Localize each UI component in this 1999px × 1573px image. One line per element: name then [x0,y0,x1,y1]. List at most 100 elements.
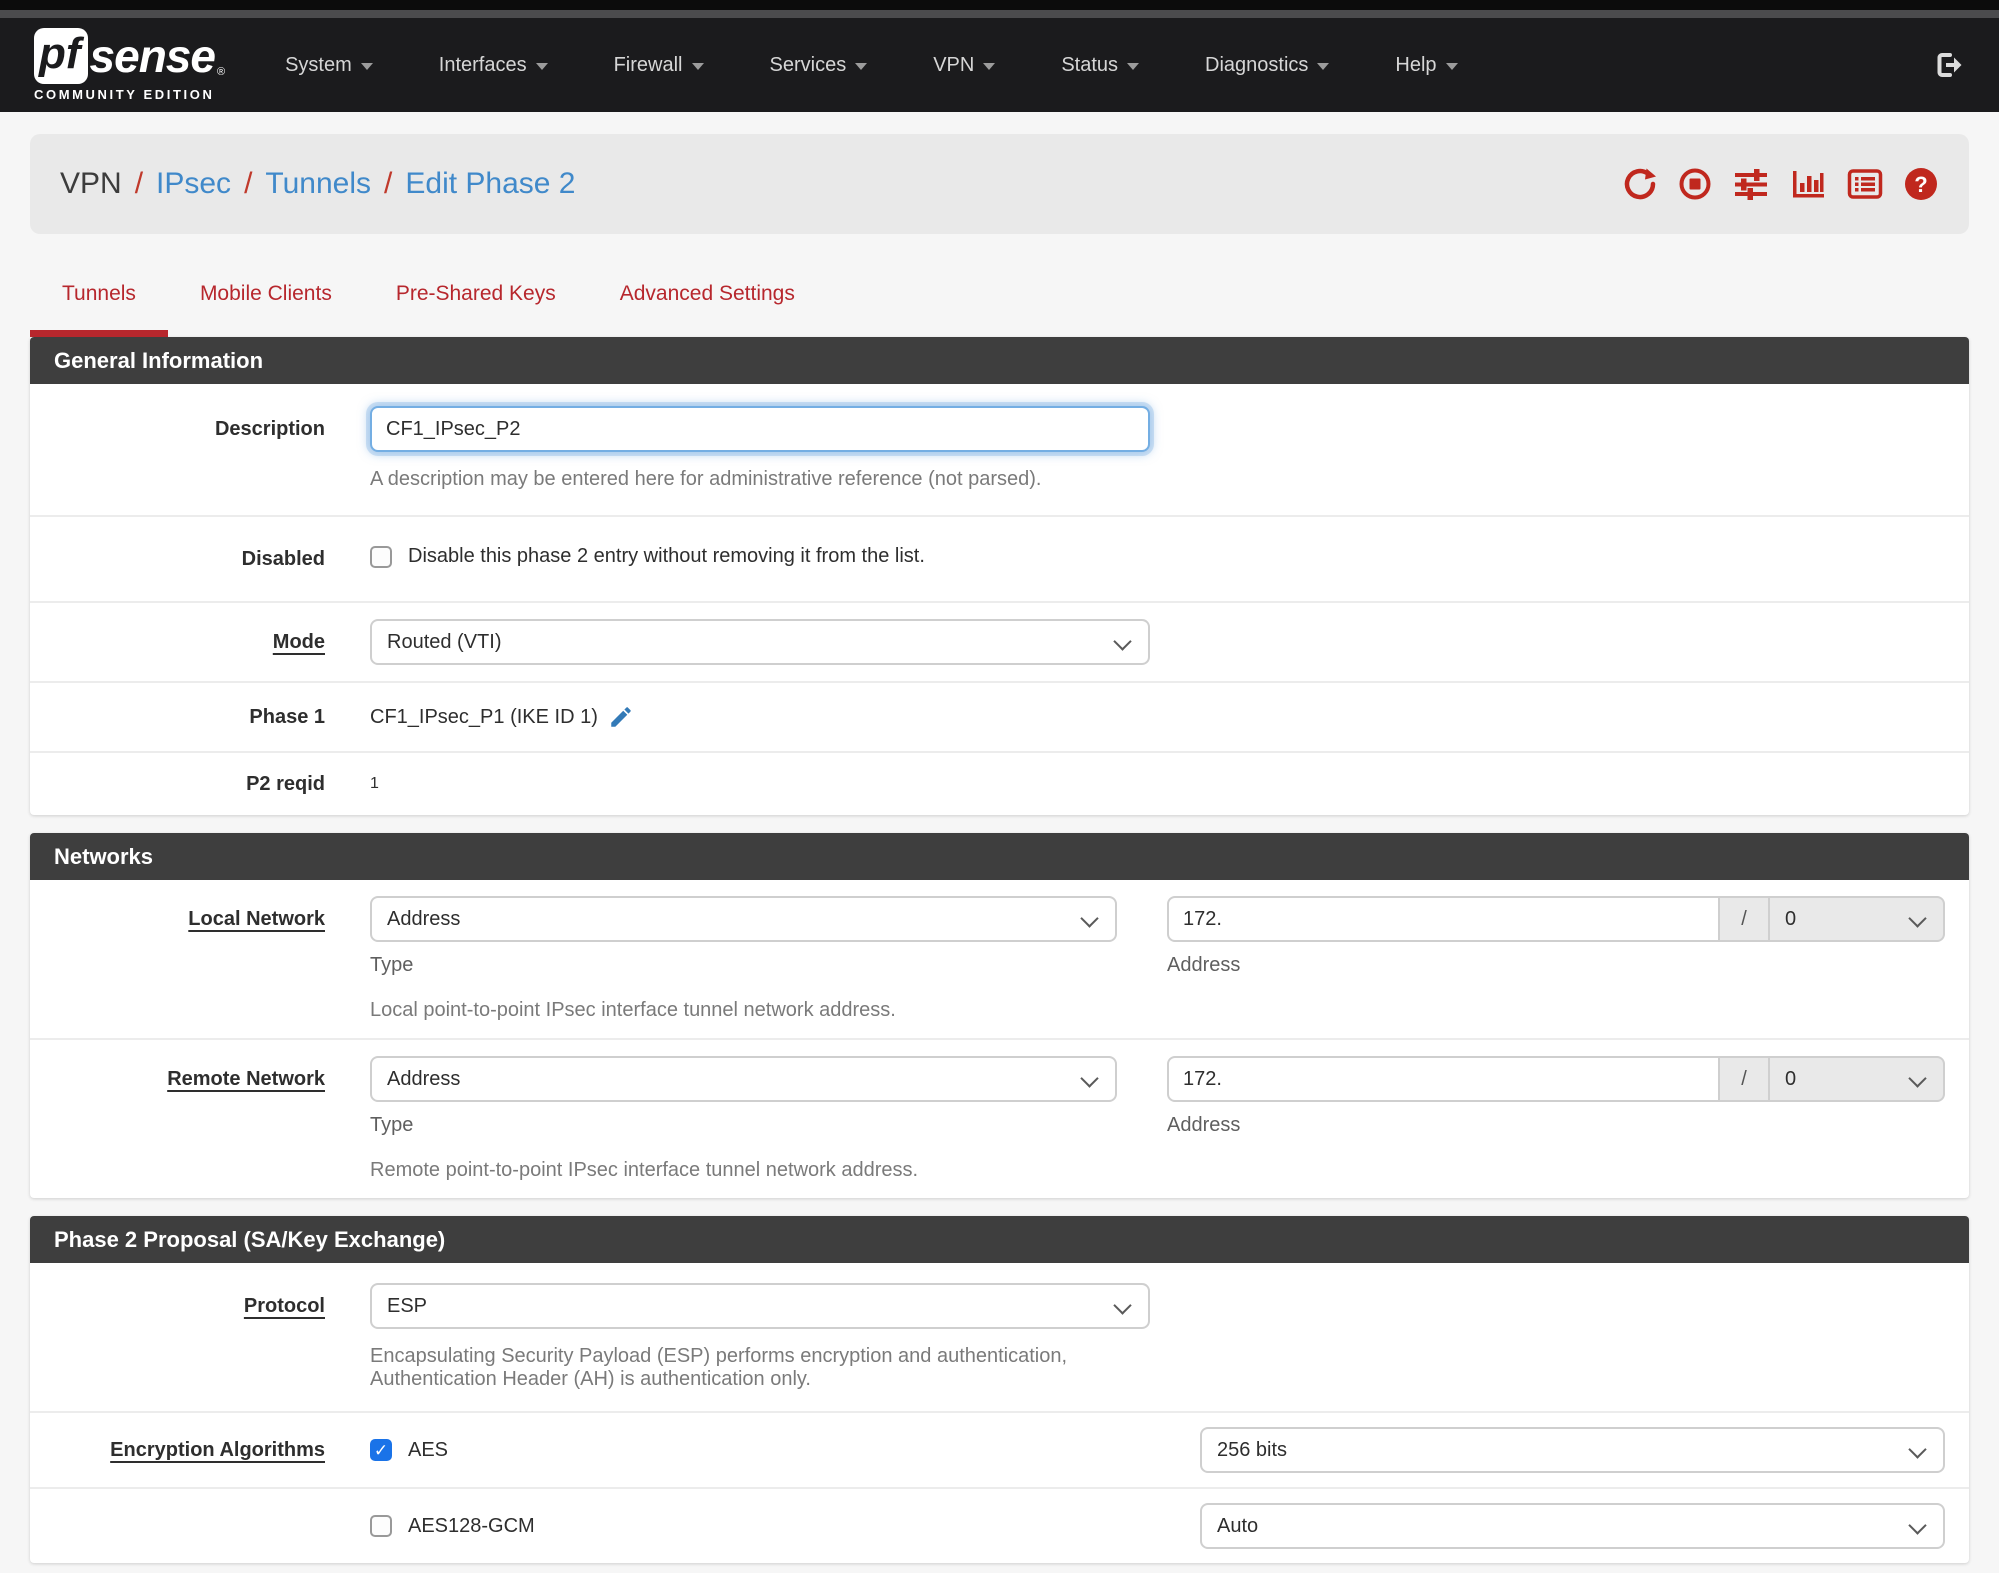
nav-item-interfaces[interactable]: Interfaces [439,54,548,77]
disabled-label: Disabled [241,548,325,570]
refresh-button[interactable] [1622,166,1658,202]
tab-tunnels[interactable]: Tunnels [30,282,168,337]
description-help-text: A description may be entered here for ad… [370,468,1042,490]
encryption-algorithm-row-aes: Encryption Algorithms AES 256 bits [30,1413,1969,1489]
p2-reqid-row: P2 reqid 1 [30,753,1969,815]
protocol-help-text: Encapsulating Security Payload (ESP) per… [370,1345,1068,1390]
remote-network-address-input[interactable] [1167,1056,1720,1102]
phase1-label: Phase 1 [249,706,325,728]
sliders-icon [1735,169,1767,200]
chevron-down-icon [691,63,704,70]
pencil-icon [611,707,631,727]
breadcrumb-link-tunnels[interactable]: Tunnels [265,167,371,201]
disabled-checkbox-label: Disable this phase 2 entry without remov… [408,545,925,567]
protocol-row: Protocol ESP Encapsulating Security Payl… [30,1263,1969,1413]
nav-item-diagnostics[interactable]: Diagnostics [1205,54,1330,77]
tab-bar: Tunnels Mobile Clients Pre-Shared Keys A… [30,282,1969,337]
general-information-heading: General Information [30,337,1969,384]
remote-network-address-caption: Address [1167,1114,1241,1136]
stop-button[interactable] [1677,166,1713,202]
mode-select[interactable]: Routed (VTI) [370,619,1150,665]
window-top-strip [0,0,1999,10]
breadcrumb-panel: VPN / IPsec / Tunnels / Edit Phase 2 ? [30,134,1969,234]
chevron-down-icon [983,63,996,70]
chevron-down-icon [360,63,373,70]
remote-network-help-text: Remote point-to-point IPsec interface tu… [370,1159,919,1181]
encryption-algorithms-label: Encryption Algorithms [110,1439,325,1461]
phase2-proposal-heading: Phase 2 Proposal (SA/Key Exchange) [30,1216,1969,1263]
chevron-down-icon [1317,63,1330,70]
remote-network-mask-separator: / [1720,1056,1770,1102]
description-label: Description [214,418,325,440]
remote-network-row: Remote Network Address Type Remote point… [30,1040,1969,1198]
edit-phase1-button[interactable] [608,704,634,730]
aes128gcm-checkbox[interactable] [370,1515,392,1537]
svg-text:?: ? [1914,172,1927,197]
local-network-type-select[interactable]: Address [370,896,1117,942]
stop-icon [1679,168,1711,200]
phase1-row: Phase 1 CF1_IPsec_P1 (IKE ID 1) [30,683,1969,753]
logo-pf-box: pf [34,28,88,84]
breadcrumb-root: VPN [60,167,122,200]
log-button[interactable] [1846,166,1884,202]
chevron-down-icon [1445,63,1458,70]
logo-sense-text: sense [89,30,216,82]
pfsense-logo[interactable]: pf sense ® COMMUNITY EDITION [34,28,225,102]
nav-item-status[interactable]: Status [1061,54,1140,77]
chevron-down-icon [1127,63,1140,70]
logo-registered-mark: ® [216,66,226,78]
mode-label: Mode [272,631,325,653]
logout-button[interactable] [1933,49,1965,81]
remote-network-mask-select[interactable]: 0 [1770,1056,1945,1102]
refresh-icon [1624,168,1656,200]
chevron-down-icon [535,63,548,70]
nav-item-services[interactable]: Services [770,54,868,77]
aes-checkbox[interactable] [370,1439,392,1461]
protocol-select[interactable]: ESP [370,1283,1150,1329]
help-button[interactable]: ? [1903,166,1939,202]
aes128gcm-keylen-select[interactable]: Auto [1200,1503,1945,1549]
remote-network-type-caption: Type [370,1114,414,1136]
log-icon [1847,169,1883,199]
aes-checkbox-label: AES [408,1438,449,1461]
tab-advanced-settings[interactable]: Advanced Settings [588,282,827,337]
local-network-type-caption: Type [370,954,414,976]
chevron-down-icon [855,63,868,70]
sliders-button[interactable] [1732,166,1770,202]
breadcrumb-link-edit-phase2[interactable]: Edit Phase 2 [405,167,575,201]
nav-item-system[interactable]: System [285,54,373,77]
disabled-checkbox[interactable] [370,545,392,568]
networks-heading: Networks [30,833,1969,880]
general-information-panel: General Information Description A descri… [30,337,1969,815]
help-icon: ? [1905,168,1937,200]
tab-mobile-clients[interactable]: Mobile Clients [168,282,364,337]
aes-keylen-select[interactable]: 256 bits [1200,1427,1945,1473]
remote-network-label: Remote Network [167,1068,325,1090]
local-network-label: Local Network [188,908,325,930]
logo-edition-text: COMMUNITY EDITION [34,87,215,102]
local-network-row: Local Network Address Type Local point-t… [30,880,1969,1040]
status-chart-icon [1793,171,1824,198]
breadcrumb: VPN / IPsec / Tunnels / Edit Phase 2 [60,167,576,201]
breadcrumb-link-ipsec[interactable]: IPsec [156,167,231,201]
nav-item-vpn[interactable]: VPN [933,54,996,77]
page-toolbar: ? [1622,166,1939,202]
phase2-proposal-panel: Phase 2 Proposal (SA/Key Exchange) Proto… [30,1216,1969,1563]
description-row: Description A description may be entered… [30,384,1969,517]
protocol-label: Protocol [243,1295,325,1317]
local-network-help-text: Local point-to-point IPsec interface tun… [370,999,896,1021]
description-input[interactable] [370,406,1150,452]
local-network-address-input[interactable] [1167,896,1720,942]
nav-item-help[interactable]: Help [1395,54,1458,77]
local-network-mask-select[interactable]: 0 [1770,896,1945,942]
top-navbar: pf sense ® COMMUNITY EDITION System Inte… [0,18,1999,112]
p2-reqid-label: P2 reqid [246,773,325,795]
nav-item-firewall[interactable]: Firewall [614,54,704,77]
tab-pre-shared-keys[interactable]: Pre-Shared Keys [364,282,588,337]
window-sub-strip [0,10,1999,18]
mode-row: Mode Routed (VTI) [30,603,1969,683]
p2-reqid-value: 1 [370,775,379,792]
remote-network-type-select[interactable]: Address [370,1056,1117,1102]
status-chart-button[interactable] [1789,166,1827,202]
phase1-value: CF1_IPsec_P1 (IKE ID 1) [370,706,598,728]
